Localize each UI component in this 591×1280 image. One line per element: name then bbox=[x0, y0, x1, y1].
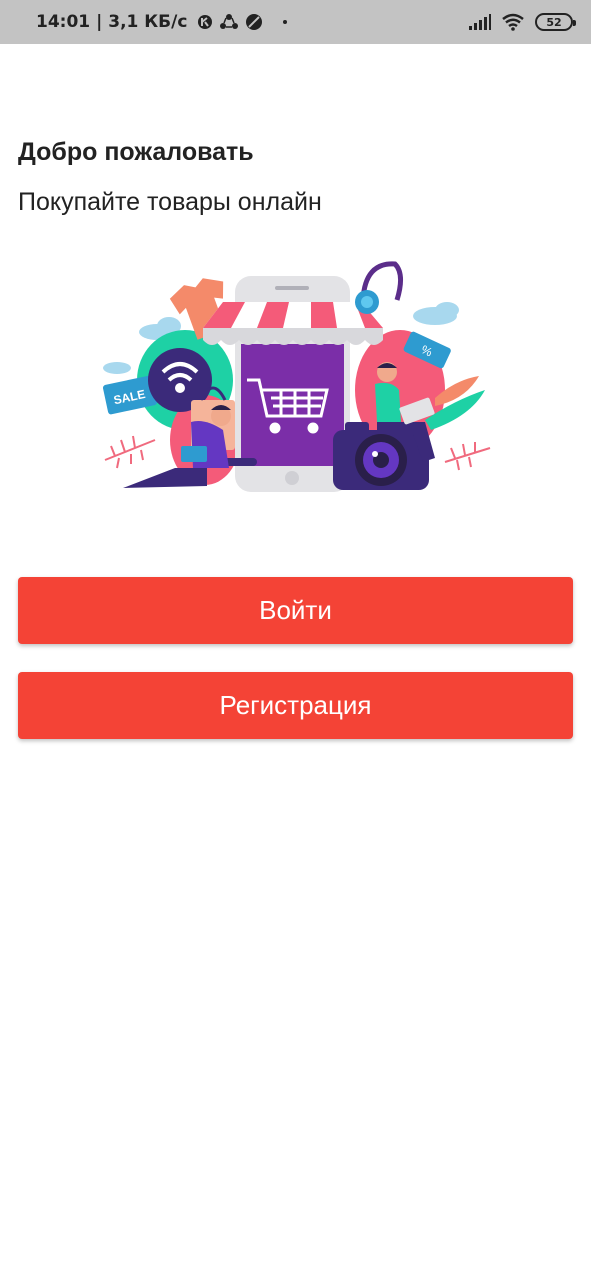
shopping-illustration: % SALE bbox=[102, 261, 491, 492]
awning-icon bbox=[203, 302, 383, 345]
register-button[interactable]: Регистрация bbox=[18, 672, 573, 739]
sync-icon bbox=[220, 14, 239, 29]
status-bar: 14:01 | 3,1 КБ/с 52 bbox=[0, 0, 591, 44]
compass-icon bbox=[246, 14, 263, 30]
battery-icon: 52 bbox=[535, 13, 576, 31]
status-network-speed: | 3,1 КБ/с bbox=[96, 12, 188, 32]
app-notification-icon bbox=[198, 15, 213, 29]
battery-level: 52 bbox=[546, 15, 562, 29]
welcome-title: Добро пожаловать bbox=[18, 138, 254, 166]
status-app-icons bbox=[197, 13, 263, 31]
status-right: 52 bbox=[469, 13, 576, 31]
welcome-subtitle: Покупайте товары онлайн bbox=[18, 188, 322, 216]
signal-icon bbox=[469, 14, 491, 30]
login-button[interactable]: Войти bbox=[18, 577, 573, 644]
headphones-icon bbox=[355, 261, 403, 314]
status-time: 14:01 bbox=[36, 12, 91, 32]
leaves-decoration bbox=[104, 435, 156, 469]
wifi-icon bbox=[502, 13, 524, 31]
notification-dot bbox=[283, 20, 288, 24]
status-left: 14:01 | 3,1 КБ/с bbox=[36, 12, 288, 32]
